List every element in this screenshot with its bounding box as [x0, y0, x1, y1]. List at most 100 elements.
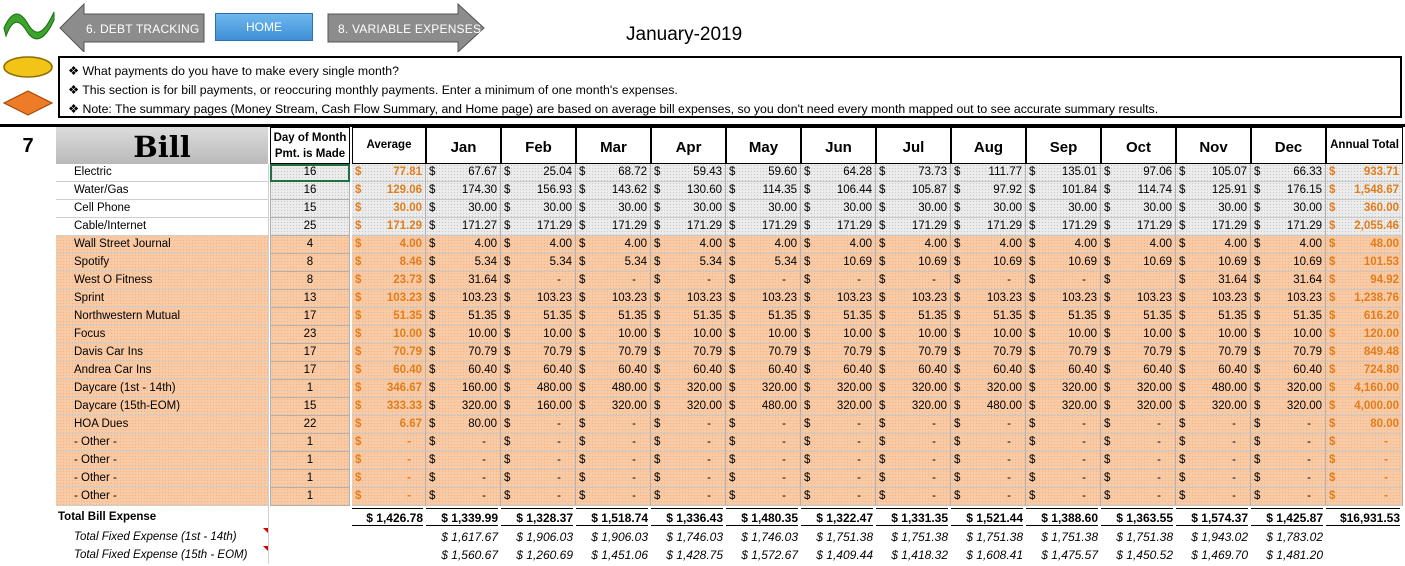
month-value-cell[interactable]: $ -	[576, 272, 651, 290]
month-value-cell[interactable]: $51.35	[426, 308, 501, 326]
month-value-cell[interactable]: $30.00	[726, 200, 801, 218]
month-value-cell[interactable]: $ -	[1026, 416, 1101, 434]
month-value-cell[interactable]: $ -	[876, 452, 951, 470]
month-value-cell[interactable]: $70.79	[651, 344, 726, 362]
month-value-cell[interactable]: $ -	[876, 416, 951, 434]
month-value-cell[interactable]: $160.00	[426, 380, 501, 398]
month-value-cell[interactable]: $ -	[951, 434, 1026, 452]
month-value-cell[interactable]: $51.35	[726, 308, 801, 326]
month-value-cell[interactable]: $ -	[501, 488, 576, 506]
month-value-cell[interactable]: $70.79	[576, 344, 651, 362]
month-value-cell[interactable]: $ -	[1101, 488, 1176, 506]
month-value-cell[interactable]: $ -	[801, 470, 876, 488]
day-of-month-input[interactable]: 1	[270, 488, 350, 506]
month-value-cell[interactable]: $320.00	[1101, 380, 1176, 398]
month-value-cell[interactable]: $ -	[876, 272, 951, 290]
month-value-cell[interactable]: $30.00	[651, 200, 726, 218]
month-value-cell[interactable]: $ -	[951, 452, 1026, 470]
month-value-cell[interactable]: $4.00	[876, 236, 951, 254]
month-value-cell[interactable]: $4.00	[951, 236, 1026, 254]
month-value-cell[interactable]: $171.29	[726, 218, 801, 236]
month-value-cell[interactable]: $31.64	[1251, 272, 1326, 290]
month-value-cell[interactable]: $51.35	[876, 308, 951, 326]
month-value-cell[interactable]: $ -	[951, 416, 1026, 434]
month-value-cell[interactable]: $64.28	[801, 164, 876, 182]
month-value-cell[interactable]: $ -	[576, 416, 651, 434]
month-value-cell[interactable]: $ -	[426, 434, 501, 452]
day-of-month-input[interactable]: 17	[270, 308, 350, 326]
month-value-cell[interactable]: $ -	[651, 434, 726, 452]
home-button[interactable]: HOME	[215, 13, 313, 41]
month-value-cell[interactable]: $320.00	[801, 398, 876, 416]
month-value-cell[interactable]: $320.00	[876, 380, 951, 398]
month-value-cell[interactable]: $60.40	[726, 362, 801, 380]
month-value-cell[interactable]: $59.43	[651, 164, 726, 182]
month-value-cell[interactable]: $103.23	[951, 290, 1026, 308]
month-value-cell[interactable]: $ -	[1251, 434, 1326, 452]
month-value-cell[interactable]: $30.00	[951, 200, 1026, 218]
month-value-cell[interactable]: $320.00	[576, 398, 651, 416]
month-value-cell[interactable]: $ -	[1251, 452, 1326, 470]
month-value-cell[interactable]: $ -	[1251, 488, 1326, 506]
month-value-cell[interactable]: $ -	[1026, 272, 1101, 290]
month-value-cell[interactable]: $51.35	[1101, 308, 1176, 326]
month-value-cell[interactable]: $30.00	[876, 200, 951, 218]
month-value-cell[interactable]: $103.23	[651, 290, 726, 308]
month-value-cell[interactable]: $103.23	[1176, 290, 1251, 308]
month-value-cell[interactable]: $ -	[1026, 470, 1101, 488]
yellow-oval-shape-icon[interactable]	[2, 55, 54, 79]
month-value-cell[interactable]: $4.00	[726, 236, 801, 254]
month-value-cell[interactable]: $4.00	[1176, 236, 1251, 254]
month-value-cell[interactable]: $103.23	[1251, 290, 1326, 308]
month-value-cell[interactable]: $ -	[726, 470, 801, 488]
month-value-cell[interactable]: $70.79	[1101, 344, 1176, 362]
day-of-month-input[interactable]: 17	[270, 362, 350, 380]
day-of-month-input[interactable]: 1	[270, 470, 350, 488]
day-of-month-input[interactable]: 22	[270, 416, 350, 434]
month-value-cell[interactable]: $10.00	[576, 326, 651, 344]
month-value-cell[interactable]: $51.35	[1026, 308, 1101, 326]
month-value-cell[interactable]: $ -	[576, 488, 651, 506]
month-value-cell[interactable]: $70.79	[501, 344, 576, 362]
month-value-cell[interactable]: $174.30	[426, 182, 501, 200]
month-value-cell[interactable]: $160.00	[501, 398, 576, 416]
month-value-cell[interactable]: $320.00	[1176, 398, 1251, 416]
month-value-cell[interactable]: $4.00	[426, 236, 501, 254]
month-value-cell[interactable]: $31.64	[1176, 272, 1251, 290]
month-value-cell[interactable]: $ -	[726, 452, 801, 470]
month-value-cell[interactable]: $10.00	[1251, 326, 1326, 344]
month-value-cell[interactable]: $ -	[726, 416, 801, 434]
month-value-cell[interactable]: $4.00	[651, 236, 726, 254]
month-value-cell[interactable]: $70.79	[426, 344, 501, 362]
month-value-cell[interactable]: $114.74	[1101, 182, 1176, 200]
month-value-cell[interactable]: $51.35	[1251, 308, 1326, 326]
month-value-cell[interactable]: $111.77	[951, 164, 1026, 182]
month-value-cell[interactable]: $ -	[1176, 434, 1251, 452]
day-of-month-input[interactable]: 1	[270, 434, 350, 452]
month-value-cell[interactable]: $114.35	[726, 182, 801, 200]
month-value-cell[interactable]: $171.29	[651, 218, 726, 236]
month-value-cell[interactable]: $30.00	[1176, 200, 1251, 218]
month-value-cell[interactable]: $156.93	[501, 182, 576, 200]
month-value-cell[interactable]: $60.40	[1101, 362, 1176, 380]
month-value-cell[interactable]: $320.00	[1101, 398, 1176, 416]
month-value-cell[interactable]: $60.40	[1176, 362, 1251, 380]
month-value-cell[interactable]: $ -	[726, 434, 801, 452]
month-value-cell[interactable]: $ -	[876, 488, 951, 506]
month-value-cell[interactable]: $125.91	[1176, 182, 1251, 200]
month-value-cell[interactable]: $59.60	[726, 164, 801, 182]
month-value-cell[interactable]: $ -	[651, 416, 726, 434]
month-value-cell[interactable]: $103.23	[576, 290, 651, 308]
month-value-cell[interactable]: $171.29	[1101, 218, 1176, 236]
month-value-cell[interactable]: $106.44	[801, 182, 876, 200]
month-value-cell[interactable]: $ -	[1101, 416, 1176, 434]
month-value-cell[interactable]: $ -	[1251, 416, 1326, 434]
month-value-cell[interactable]: $103.23	[876, 290, 951, 308]
month-value-cell[interactable]: $5.34	[576, 254, 651, 272]
month-value-cell[interactable]: $73.73	[876, 164, 951, 182]
month-value-cell[interactable]: $480.00	[726, 398, 801, 416]
month-value-cell[interactable]: $ -	[576, 452, 651, 470]
month-value-cell[interactable]: $10.00	[876, 326, 951, 344]
month-value-cell[interactable]: $60.40	[1251, 362, 1326, 380]
month-value-cell[interactable]: $70.79	[876, 344, 951, 362]
